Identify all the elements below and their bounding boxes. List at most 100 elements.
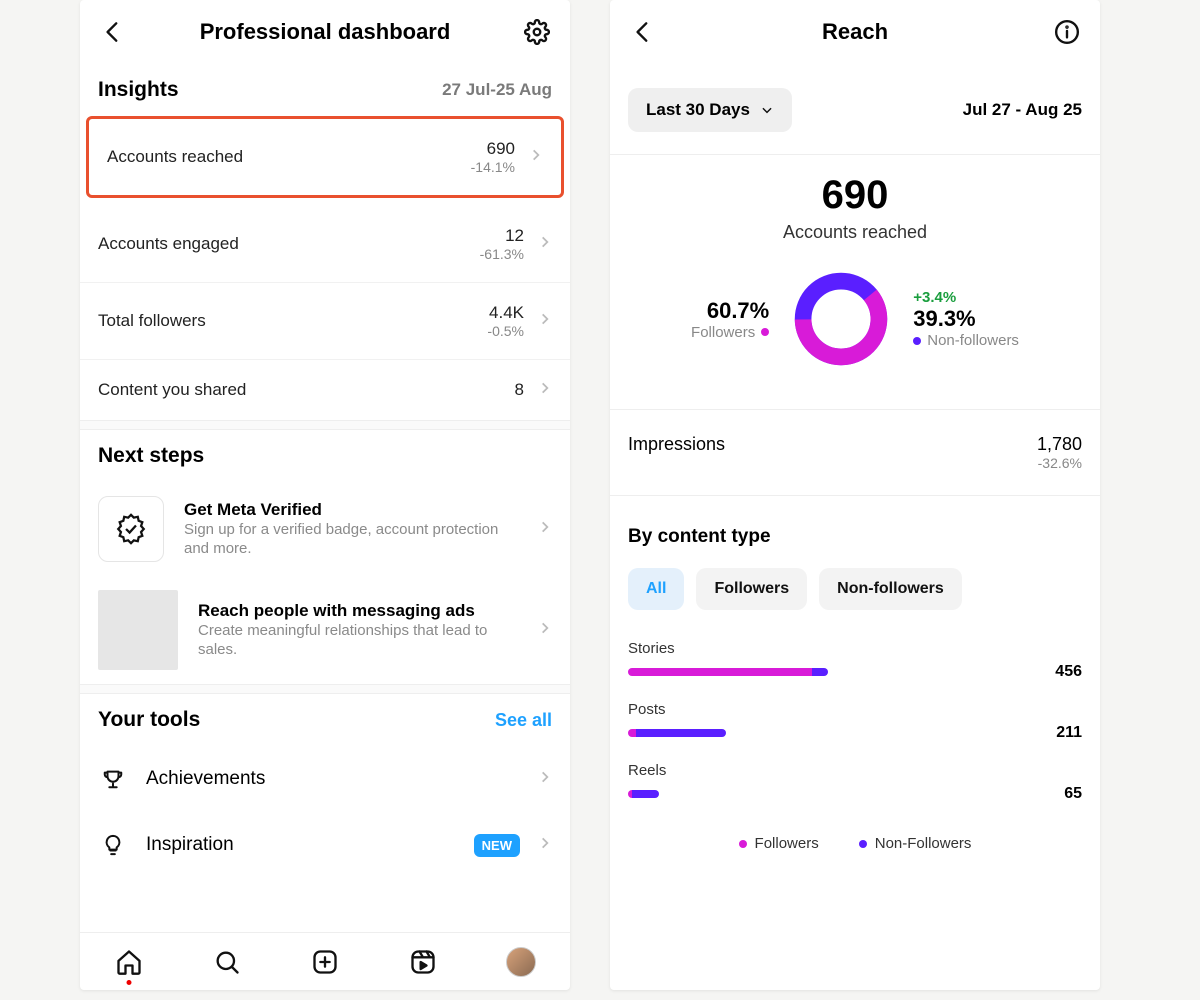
nonfollowers-label: Non-followers bbox=[927, 332, 1019, 349]
followers-pct: 60.7% bbox=[707, 298, 769, 324]
chevron-right-icon bbox=[538, 770, 552, 789]
row-delta: -0.5% bbox=[487, 323, 524, 339]
reach-filters: Last 30 Days Jul 27 - Aug 25 bbox=[610, 64, 1100, 154]
reels-icon bbox=[409, 948, 437, 976]
home-icon bbox=[115, 948, 143, 976]
reach-value: 690 bbox=[610, 173, 1100, 218]
back-button[interactable] bbox=[628, 17, 658, 47]
impressions-row[interactable]: Impressions 1,780 -32.6% bbox=[610, 409, 1100, 495]
chevron-right-icon bbox=[538, 312, 552, 331]
card-subtitle: Create meaningful relationships that lea… bbox=[198, 621, 518, 660]
row-delta: -61.3% bbox=[480, 246, 524, 262]
bar-seg-nonfollowers bbox=[636, 729, 726, 737]
chevron-right-icon bbox=[538, 381, 552, 400]
page-title: Reach bbox=[658, 19, 1052, 45]
followers-dot-icon bbox=[761, 328, 769, 336]
bar-value: 211 bbox=[1034, 724, 1082, 742]
lightbulb-icon bbox=[98, 830, 128, 860]
bar-row: Stories 456 bbox=[610, 634, 1100, 695]
impressions-label: Impressions bbox=[628, 434, 725, 455]
card-title: Reach people with messaging ads bbox=[198, 601, 518, 621]
reach-topbar: Reach bbox=[610, 0, 1100, 64]
bar-value: 456 bbox=[1034, 663, 1082, 681]
card-messaging-ads[interactable]: Reach people with messaging ads Create m… bbox=[80, 576, 570, 684]
date-range-label: Last 30 Days bbox=[646, 100, 750, 120]
section-divider bbox=[80, 420, 570, 430]
dashboard-panel: Professional dashboard Insights 27 Jul-2… bbox=[80, 0, 570, 990]
plus-square-icon bbox=[311, 948, 339, 976]
tools-heading: Your tools bbox=[98, 708, 200, 732]
tab-create[interactable] bbox=[308, 945, 342, 979]
see-all-link[interactable]: See all bbox=[495, 710, 552, 731]
row-value: 690 bbox=[471, 139, 515, 159]
legend-dot-followers-icon bbox=[739, 840, 747, 848]
bar-value: 65 bbox=[1034, 785, 1082, 803]
chevron-right-icon bbox=[538, 836, 552, 855]
insights-date-range: 27 Jul-25 Aug bbox=[442, 80, 552, 100]
chevron-down-icon bbox=[760, 103, 774, 117]
legend-nonfollowers: Non-Followers bbox=[875, 835, 972, 852]
bar-track bbox=[628, 668, 1020, 676]
donut-icon bbox=[791, 269, 891, 369]
info-button[interactable] bbox=[1052, 17, 1082, 47]
chevron-right-icon bbox=[529, 148, 543, 167]
row-accounts-reached[interactable]: Accounts reached 690 -14.1% bbox=[89, 119, 561, 195]
nonfollowers-delta: +3.4% bbox=[913, 289, 956, 306]
tab-followers[interactable]: Followers bbox=[696, 568, 807, 610]
bar-label: Reels bbox=[628, 762, 1082, 779]
row-total-followers[interactable]: Total followers 4.4K -0.5% bbox=[80, 283, 570, 360]
followers-label: Followers bbox=[691, 324, 755, 341]
content-type-tabs: All Followers Non-followers bbox=[610, 568, 1100, 634]
content-type-heading: By content type bbox=[610, 496, 1100, 568]
row-label: Accounts reached bbox=[107, 147, 243, 167]
date-range-dropdown[interactable]: Last 30 Days bbox=[628, 88, 792, 132]
back-button[interactable] bbox=[98, 17, 128, 47]
date-range-text: Jul 27 - Aug 25 bbox=[963, 100, 1082, 120]
impressions-value: 1,780 bbox=[1037, 434, 1082, 455]
bar-seg-nonfollowers bbox=[812, 668, 828, 676]
accounts-reached-highlight: Accounts reached 690 -14.1% bbox=[86, 116, 564, 198]
insights-heading: Insights bbox=[98, 78, 179, 102]
row-value: 8 bbox=[515, 380, 524, 400]
tool-inspiration[interactable]: Inspiration NEW bbox=[80, 812, 570, 878]
tab-reels[interactable] bbox=[406, 945, 440, 979]
bar-track bbox=[628, 729, 1020, 737]
bar-legend: Followers Non-Followers bbox=[610, 817, 1100, 870]
nonfollowers-dot-icon bbox=[913, 337, 921, 345]
bar-track bbox=[628, 790, 1020, 798]
info-icon bbox=[1054, 19, 1080, 45]
bar-seg-followers bbox=[628, 668, 812, 676]
settings-button[interactable] bbox=[522, 17, 552, 47]
row-accounts-engaged[interactable]: Accounts engaged 12 -61.3% bbox=[80, 206, 570, 283]
row-delta: -14.1% bbox=[471, 159, 515, 175]
tab-all[interactable]: All bbox=[628, 568, 684, 610]
dashboard-topbar: Professional dashboard bbox=[80, 0, 570, 64]
notification-dot bbox=[127, 980, 132, 985]
tab-nonfollowers[interactable]: Non-followers bbox=[819, 568, 962, 610]
tool-achievements[interactable]: Achievements bbox=[80, 746, 570, 812]
tab-home[interactable] bbox=[112, 945, 146, 979]
reach-panel: Reach Last 30 Days Jul 27 - Aug 25 690 A… bbox=[610, 0, 1100, 990]
gear-icon bbox=[524, 19, 550, 45]
section-divider bbox=[80, 684, 570, 694]
card-meta-verified[interactable]: Get Meta Verified Sign up for a verified… bbox=[80, 482, 570, 576]
bar-row: Posts 211 bbox=[610, 695, 1100, 756]
bar-seg-nonfollowers bbox=[632, 790, 659, 798]
row-content-shared[interactable]: Content you shared 8 bbox=[80, 360, 570, 420]
chevron-left-icon bbox=[630, 19, 656, 45]
row-label: Content you shared bbox=[98, 380, 246, 400]
legend-followers: Followers bbox=[755, 835, 819, 852]
chevron-right-icon bbox=[538, 235, 552, 254]
tools-header: Your tools See all bbox=[80, 694, 570, 746]
search-icon bbox=[213, 948, 241, 976]
tab-search[interactable] bbox=[210, 945, 244, 979]
tab-profile[interactable] bbox=[504, 945, 538, 979]
chevron-right-icon bbox=[538, 520, 552, 539]
trophy-icon bbox=[98, 764, 128, 794]
legend-dot-nonfollowers-icon bbox=[859, 840, 867, 848]
row-label: Accounts engaged bbox=[98, 234, 239, 254]
verified-badge-icon bbox=[98, 496, 164, 562]
page-title: Professional dashboard bbox=[128, 19, 522, 45]
next-steps-heading: Next steps bbox=[98, 444, 204, 468]
new-badge: NEW bbox=[474, 834, 520, 857]
